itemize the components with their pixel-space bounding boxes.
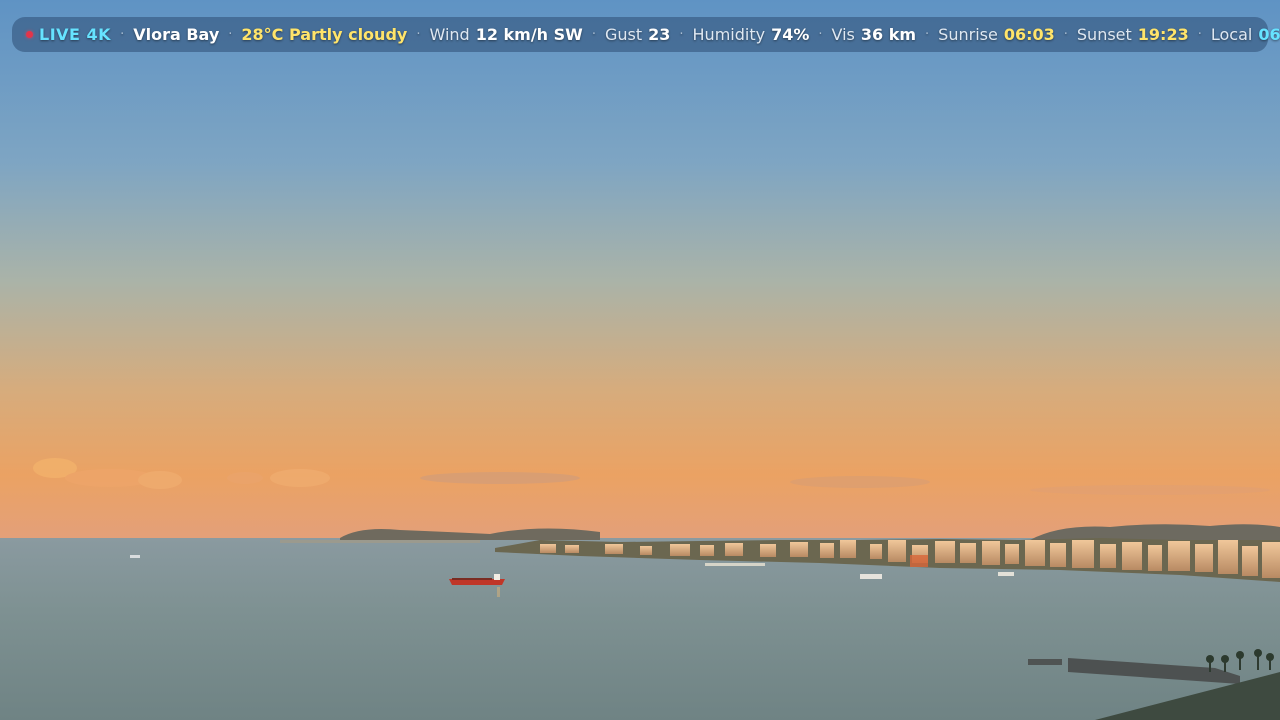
- sunset-readout: Sunset 19:23: [1077, 25, 1189, 44]
- separator: ·: [591, 27, 596, 42]
- stream-status-bar: LIVE 4K · Vlora Bay · 28°C Partly cloudy…: [12, 17, 1280, 52]
- separator: ·: [1063, 27, 1068, 42]
- separator: ·: [120, 27, 125, 42]
- gust-label: Gust: [604, 25, 643, 44]
- visibility-value: 36 km: [860, 25, 917, 44]
- separator: ·: [818, 27, 823, 42]
- local-time-readout: Local 06:39: [1211, 25, 1280, 44]
- humidity-label: Humidity: [692, 25, 766, 44]
- live-indicator: LIVE 4K: [26, 25, 111, 44]
- gust-readout: Gust 23: [605, 25, 670, 44]
- gust-value: 23: [648, 25, 671, 44]
- sunset-label: Sunset: [1076, 25, 1132, 44]
- sunset-value: 19:23: [1137, 25, 1189, 44]
- webcam-scene: [0, 0, 1280, 720]
- location-name: Vlora Bay: [133, 25, 220, 44]
- wind-readout: Wind 12 km/h SW: [429, 25, 582, 44]
- visibility-readout: Vis 36 km: [832, 25, 917, 44]
- separator: ·: [416, 27, 421, 42]
- separator: ·: [679, 27, 684, 42]
- live-label: LIVE 4K: [39, 25, 112, 44]
- humidity-value: 74%: [771, 25, 810, 44]
- humidity-readout: Humidity 74%: [693, 25, 810, 44]
- local-time-value: 06:39: [1258, 25, 1280, 44]
- separator: ·: [1197, 27, 1202, 42]
- live-dot-icon: [26, 31, 33, 38]
- visibility-label: Vis: [831, 25, 855, 44]
- separator: ·: [228, 27, 233, 42]
- separator: ·: [925, 27, 930, 42]
- local-time-label: Local: [1210, 25, 1253, 44]
- sunrise-label: Sunrise: [938, 25, 998, 44]
- weather-summary: 28°C Partly cloudy: [241, 25, 408, 44]
- wind-value: 12 km/h SW: [475, 25, 583, 44]
- sunrise-readout: Sunrise 06:03: [938, 25, 1055, 44]
- wind-label: Wind: [429, 25, 470, 44]
- sunrise-value: 06:03: [1003, 25, 1055, 44]
